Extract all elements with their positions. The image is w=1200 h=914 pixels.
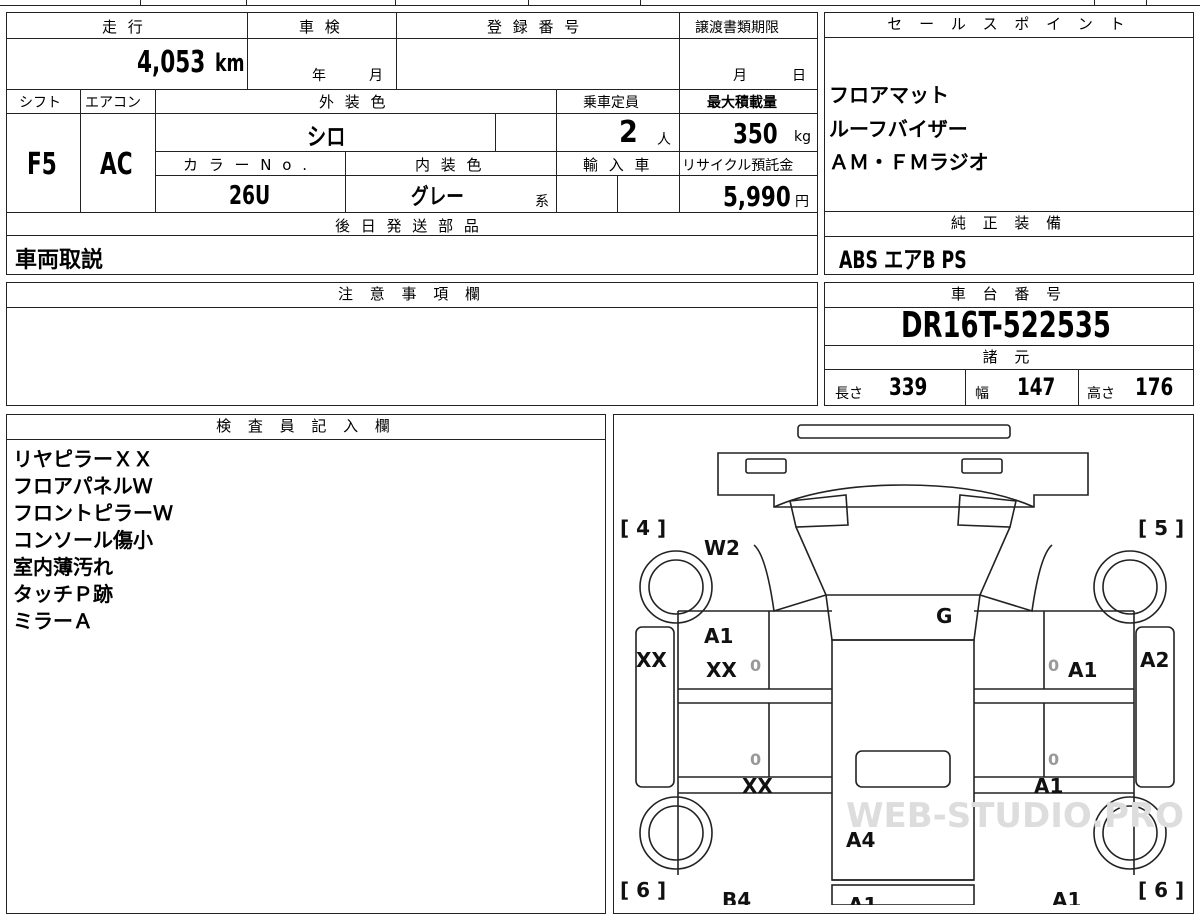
damage-mark-a4: A4 — [846, 828, 875, 852]
sales-point-line-2: ルーフバイザー — [829, 117, 968, 141]
width-value: 147 — [1017, 373, 1056, 401]
shift-value: F5 — [27, 147, 57, 182]
capacity-unit: 人 — [657, 132, 671, 148]
height-value: 176 — [1135, 373, 1174, 401]
ac-value: AC — [100, 147, 133, 182]
length-label: 長さ — [835, 386, 863, 402]
color-number-value: 26U — [229, 181, 271, 211]
genuine-equipment-value: ABS エアB PS — [839, 246, 967, 274]
genuine-equipment-label: 純 正 装 備 — [825, 212, 1193, 237]
sales-point-box: セ ー ル ス ポ イ ン ト フロアマット ルーフバイザー ＡＭ・ＦＭラジオ — [824, 12, 1194, 212]
inspector-note-6: タッチＰ跡 — [13, 582, 113, 606]
inspector-note-1: リヤピラーＸＸ — [13, 447, 153, 471]
svg-text:0: 0 — [750, 656, 761, 675]
inspector-note-2: フロアパネルＷ — [13, 474, 153, 498]
later-shipment-label: 後 日 発 送 部 品 — [335, 217, 482, 235]
damage-mark-xx-mid-left: XX — [742, 774, 773, 798]
damage-mark-xx-left-outer: XX — [636, 648, 667, 672]
inspection-year: 年 — [312, 68, 326, 84]
tire-label-6-left: [ 6 ] — [620, 878, 666, 902]
inspector-note-5: 室内薄汚れ — [13, 555, 113, 579]
top-cutoff-strip — [0, 0, 1200, 6]
length-value: 339 — [889, 373, 928, 401]
tire-label-5: [ 5 ] — [1138, 516, 1184, 540]
inspection-label: 車 検 — [299, 18, 343, 36]
car-outline-diagram: 0 0 0 0 WEB-STUDIO.PRO [ 4 ] [ 5 ] [ 6 ]… — [620, 424, 1184, 905]
damage-diagram-box: 0 0 0 0 WEB-STUDIO.PRO [ 4 ] [ 5 ] [ 6 ]… — [613, 414, 1194, 914]
transfer-month: 月 — [733, 68, 747, 84]
transfer-deadline-label: 譲渡書類期限 — [695, 20, 779, 36]
inspector-note-3: フロントピラーＷ — [13, 501, 173, 525]
inspector-notes-label: 検 査 員 記 入 欄 — [7, 415, 605, 440]
svg-text:0: 0 — [1048, 750, 1059, 769]
chassis-box: 車 台 番 号 DR16T-522535 諸 元 長さ 339 幅 147 高さ… — [824, 282, 1194, 406]
sales-point-label: セ ー ル ス ポ イ ン ト — [825, 13, 1193, 38]
watermark: WEB-STUDIO.PRO — [846, 796, 1184, 836]
inspection-month: 月 — [369, 68, 383, 84]
interior-color-suffix: 系 — [535, 194, 549, 210]
damage-mark-xx-left-inner: XX — [706, 658, 737, 682]
svg-text:0: 0 — [1048, 656, 1059, 675]
damage-mark-a1-bottom-center: A1 — [848, 893, 877, 905]
capacity-label: 乗車定員 — [583, 95, 639, 111]
damage-mark-a1-front-right: A1 — [1068, 658, 1097, 682]
inspector-note-4: コンソール傷小 — [13, 528, 153, 552]
notes-box: 注 意 事 項 欄 — [6, 282, 818, 406]
damage-mark-w2: W2 — [704, 536, 740, 560]
mileage-unit: km — [215, 49, 245, 77]
genuine-equipment-box: 純 正 装 備 ABS エアB PS — [824, 211, 1194, 275]
mileage-value: 4,053 — [137, 45, 206, 80]
specs-label: 諸 元 — [825, 346, 1193, 370]
color-number-label: カ ラ ー N o . — [183, 156, 311, 174]
recycle-deposit-value: 5,990 — [723, 180, 791, 213]
interior-color-label: 内 装 色 — [415, 156, 485, 174]
shift-label: シフト — [19, 95, 61, 111]
recycle-deposit-unit: 円 — [795, 194, 809, 210]
registration-label: 登 録 番 号 — [487, 18, 583, 36]
damage-mark-a1-bottom-right: A1 — [1052, 888, 1081, 905]
damage-mark-a1-mid-right: A1 — [1034, 774, 1063, 798]
chassis-number-value: DR16T-522535 — [901, 305, 1111, 346]
max-load-label: 最大積載量 — [707, 95, 777, 111]
damage-mark-a1-front-left: A1 — [704, 624, 733, 648]
damage-mark-a2-right: A2 — [1140, 648, 1169, 672]
later-shipment-value: 車両取説 — [15, 248, 104, 273]
sales-point-line-1: フロアマット — [829, 83, 949, 107]
capacity-value: 2 — [619, 115, 638, 150]
inspector-notes-box: 検 査 員 記 入 欄 リヤピラーＸＸ フロアパネルＷ フロントピラーＷ コンソ… — [6, 414, 606, 914]
damage-mark-g: G — [936, 604, 952, 628]
vehicle-info-table: 走 行 車 検 登 録 番 号 譲渡書類期限 4,053 km 年 月 月 日 … — [6, 12, 818, 275]
exterior-color-value: シロ — [307, 123, 346, 151]
height-label: 高さ — [1087, 386, 1115, 402]
width-label: 幅 — [975, 386, 989, 402]
sales-point-line-3: ＡＭ・ＦＭラジオ — [829, 150, 989, 174]
inspector-note-7: ミラーＡ — [13, 609, 93, 633]
interior-color-value: グレー — [411, 185, 464, 210]
svg-text:0: 0 — [750, 750, 761, 769]
max-load-unit: kg — [794, 129, 811, 145]
transfer-day: 日 — [792, 68, 806, 84]
max-load-value: 350 — [733, 117, 778, 150]
notes-label: 注 意 事 項 欄 — [7, 283, 817, 308]
recycle-deposit-label: リサイクル預託金 — [682, 158, 794, 174]
exterior-color-label: 外 装 色 — [319, 93, 389, 111]
damage-mark-b4: B4 — [722, 888, 751, 905]
mileage-label: 走 行 — [102, 18, 146, 36]
tire-label-4: [ 4 ] — [620, 516, 666, 540]
ac-label: エアコン — [85, 95, 141, 111]
import-label: 輸 入 車 — [583, 156, 653, 174]
tire-label-6-right: [ 6 ] — [1138, 878, 1184, 902]
